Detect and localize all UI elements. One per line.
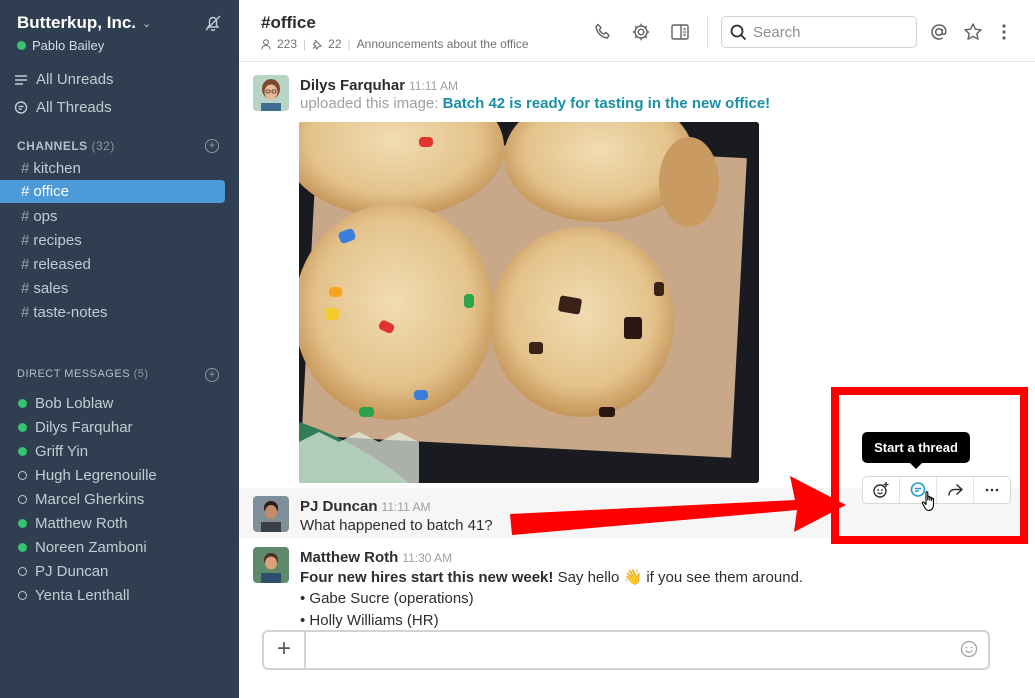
share-icon bbox=[948, 483, 963, 496]
add-reaction-button[interactable] bbox=[863, 477, 900, 503]
share-message-button[interactable] bbox=[937, 477, 974, 503]
emoji-icon[interactable] bbox=[960, 640, 978, 658]
more-actions-button[interactable] bbox=[974, 477, 1010, 503]
red-highlight-box bbox=[831, 387, 1028, 544]
add-reaction-icon bbox=[873, 482, 889, 498]
red-arrow-annotation bbox=[510, 476, 846, 535]
plus-icon[interactable]: + bbox=[264, 632, 306, 668]
message-input[interactable] bbox=[316, 640, 916, 657]
more-horizontal-icon bbox=[985, 488, 999, 492]
hand-cursor-icon bbox=[921, 491, 935, 512]
tooltip: Start a thread bbox=[862, 432, 970, 469]
message-composer: + bbox=[262, 630, 990, 670]
